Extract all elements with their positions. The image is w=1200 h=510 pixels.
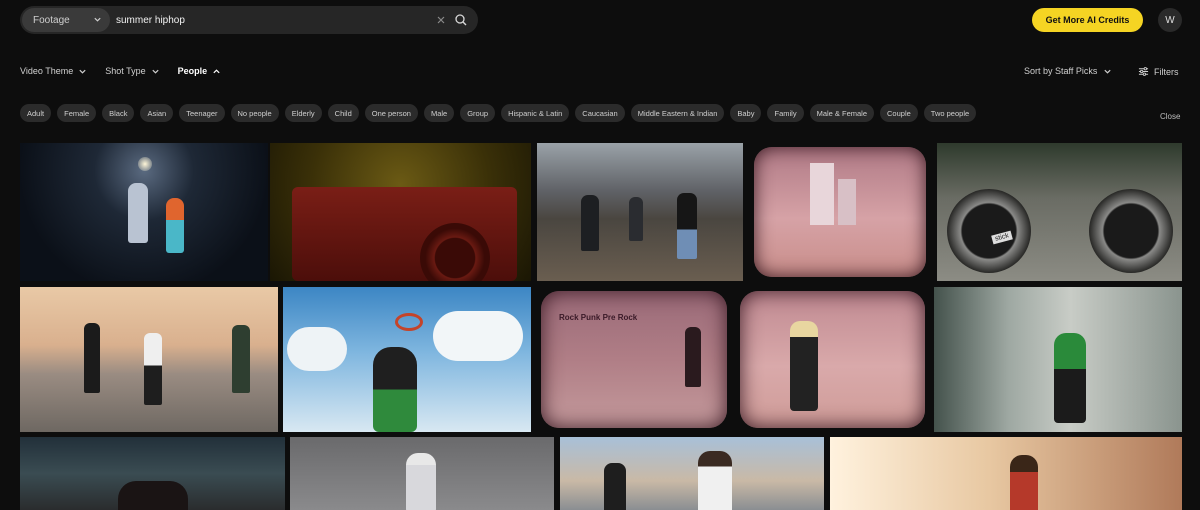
figure-dancer — [604, 463, 626, 510]
figure-dancer — [118, 481, 188, 510]
tower-shape — [838, 179, 856, 225]
video-theme-dropdown[interactable]: Video Theme — [20, 66, 87, 76]
video-tile-rooftop-sunset[interactable] — [20, 287, 278, 432]
chip-middle-eastern-indian[interactable]: Middle Eastern & Indian — [630, 104, 725, 122]
chevron-down-icon — [151, 69, 159, 74]
video-tile-retro-dancer[interactable] — [736, 287, 929, 432]
avatar[interactable]: W — [1158, 8, 1182, 32]
figure-dancer — [790, 321, 818, 411]
video-tile-bridge-dancer[interactable] — [934, 287, 1182, 432]
video-tile-graffiti-skater[interactable]: Rock Punk Pre Rock — [537, 287, 731, 432]
figure-dancer — [166, 198, 184, 253]
chevron-down-icon — [94, 17, 101, 22]
crt-screen — [740, 291, 925, 428]
media-type-select[interactable]: Footage — [22, 8, 110, 32]
people-dropdown[interactable]: People — [178, 66, 222, 76]
cloud-shape — [287, 327, 347, 371]
chip-asian[interactable]: Asian — [140, 104, 174, 122]
tower-shape — [810, 163, 834, 225]
figure-dancer — [1054, 333, 1086, 423]
chip-elderly[interactable]: Elderly — [284, 104, 322, 122]
video-tile-basketball-hoop[interactable] — [283, 287, 531, 432]
video-tile-night-dancers[interactable] — [20, 143, 268, 281]
video-tile-graffiti-breakdancer[interactable] — [20, 437, 285, 510]
video-tile-warehouse-walk[interactable] — [537, 143, 743, 281]
figure-dancer — [698, 451, 732, 510]
chip-couple[interactable]: Couple — [880, 104, 918, 122]
figure-person — [373, 347, 417, 432]
chip-caucasian[interactable]: Caucasian — [575, 104, 625, 122]
close-filters-link[interactable]: Close — [1160, 112, 1180, 121]
filters-button[interactable]: Filters — [1138, 66, 1179, 77]
chip-male[interactable]: Male — [423, 104, 455, 122]
chevron-down-icon — [1104, 69, 1111, 74]
speaker-circle — [1089, 189, 1173, 273]
chip-baby[interactable]: Baby — [730, 104, 762, 122]
sliders-icon — [1138, 67, 1149, 76]
shot-type-dropdown[interactable]: Shot Type — [105, 66, 159, 76]
video-theme-label: Video Theme — [20, 66, 74, 76]
search-input[interactable]: summer hiphop — [116, 15, 434, 26]
people-label: People — [177, 66, 208, 76]
light-flare — [138, 157, 152, 171]
chevron-down-icon — [79, 69, 86, 74]
figure-person — [677, 193, 697, 259]
video-tile-red-boombox[interactable] — [270, 143, 531, 281]
chip-hispanic-latin[interactable]: Hispanic & Latin — [501, 104, 570, 122]
chip-child[interactable]: Child — [327, 104, 359, 122]
figure-person — [629, 197, 643, 241]
chip-female[interactable]: Female — [57, 104, 97, 122]
shot-type-label: Shot Type — [105, 66, 146, 76]
chip-teenager[interactable]: Teenager — [179, 104, 225, 122]
get-ai-credits-button[interactable]: Get More AI Credits — [1032, 8, 1143, 32]
chip-one-person[interactable]: One person — [364, 104, 418, 122]
figure-dancer — [406, 453, 436, 510]
search-bar[interactable]: Footage summer hiphop — [20, 6, 478, 34]
video-tile-wall-dancer[interactable] — [290, 437, 554, 510]
speaker-circle — [947, 189, 1031, 273]
chip-group[interactable]: Group — [460, 104, 496, 122]
clear-icon[interactable] — [434, 13, 448, 27]
video-tile-retro-city[interactable] — [748, 143, 932, 281]
sort-label: Sort by Staff Picks — [1024, 66, 1098, 76]
video-tile-street-dancers[interactable] — [560, 437, 824, 510]
chip-male-female[interactable]: Male & Female — [809, 104, 875, 122]
chip-black[interactable]: Black — [102, 104, 135, 122]
people-chip-list: Adult Female Black Asian Teenager No peo… — [20, 104, 982, 122]
video-tile-sunlit-street[interactable] — [830, 437, 1182, 510]
sort-dropdown[interactable]: Sort by Staff Picks — [1024, 66, 1112, 76]
chip-adult[interactable]: Adult — [20, 104, 52, 122]
search-icon[interactable] — [454, 13, 468, 27]
figure-skater — [685, 327, 701, 387]
cloud-shape — [433, 311, 523, 361]
figure-person — [144, 333, 162, 405]
figure-dancer — [128, 183, 148, 243]
filter-row: Video Theme Shot Type People — [20, 66, 239, 76]
figure-person — [1010, 455, 1038, 510]
video-tile-silver-boombox[interactable]: stick — [937, 143, 1182, 281]
graffiti-text: Rock Punk Pre Rock — [559, 313, 638, 322]
media-type-label: Footage — [33, 14, 70, 26]
filters-label: Filters — [1154, 66, 1179, 77]
chip-no-people[interactable]: No people — [230, 104, 279, 122]
figure-person — [581, 195, 599, 251]
chip-two-people[interactable]: Two people — [923, 104, 977, 122]
chevron-up-icon — [213, 68, 220, 73]
figure-person — [232, 325, 250, 393]
hoop-ring — [395, 313, 423, 331]
chip-family[interactable]: Family — [767, 104, 804, 122]
figure-person — [84, 323, 100, 393]
